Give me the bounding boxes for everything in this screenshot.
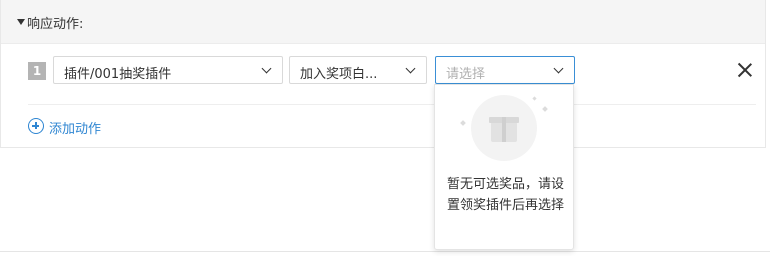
plugin-select-value: 插件/001抽奖插件 bbox=[64, 67, 172, 82]
action-select[interactable]: 加入奖项白... bbox=[289, 56, 427, 84]
empty-illustration bbox=[471, 95, 537, 161]
row-index-badge: 1 bbox=[28, 62, 46, 80]
empty-state-text: 暂无可选奖品，请设置领奖插件后再选择 bbox=[447, 177, 565, 213]
prize-select[interactable]: 请选择 bbox=[435, 56, 575, 84]
panel-header[interactable]: 响应动作: bbox=[1, 0, 765, 44]
plus-circle-icon bbox=[28, 118, 44, 134]
prize-select-placeholder: 请选择 bbox=[446, 67, 486, 82]
plugin-select[interactable]: 插件/001抽奖插件 bbox=[53, 56, 283, 84]
sparkle-decoration bbox=[532, 96, 537, 101]
panel-title: 响应动作: bbox=[27, 17, 84, 32]
chevron-down-icon bbox=[553, 63, 564, 74]
divider bbox=[0, 251, 770, 252]
sparkle-decoration bbox=[542, 106, 548, 112]
caret-down-icon[interactable] bbox=[17, 19, 25, 25]
chevron-down-icon bbox=[261, 63, 272, 74]
chevron-down-icon bbox=[405, 63, 416, 74]
sparkle-decoration bbox=[460, 120, 466, 126]
divider bbox=[28, 104, 756, 105]
gift-box-icon bbox=[489, 117, 519, 142]
prize-dropdown-menu: 暂无可选奖品，请设置领奖插件后再选择 bbox=[434, 84, 574, 250]
close-icon[interactable] bbox=[736, 61, 754, 79]
response-actions-panel: 响应动作: 1 插件/001抽奖插件 加入奖项白... 请选择 添加动作 bbox=[0, 0, 766, 148]
add-action-label: 添加动作 bbox=[49, 122, 102, 137]
page: 响应动作: 1 插件/001抽奖插件 加入奖项白... 请选择 添加动作 暂无可… bbox=[0, 0, 770, 256]
action-select-value: 加入奖项白... bbox=[300, 67, 378, 82]
